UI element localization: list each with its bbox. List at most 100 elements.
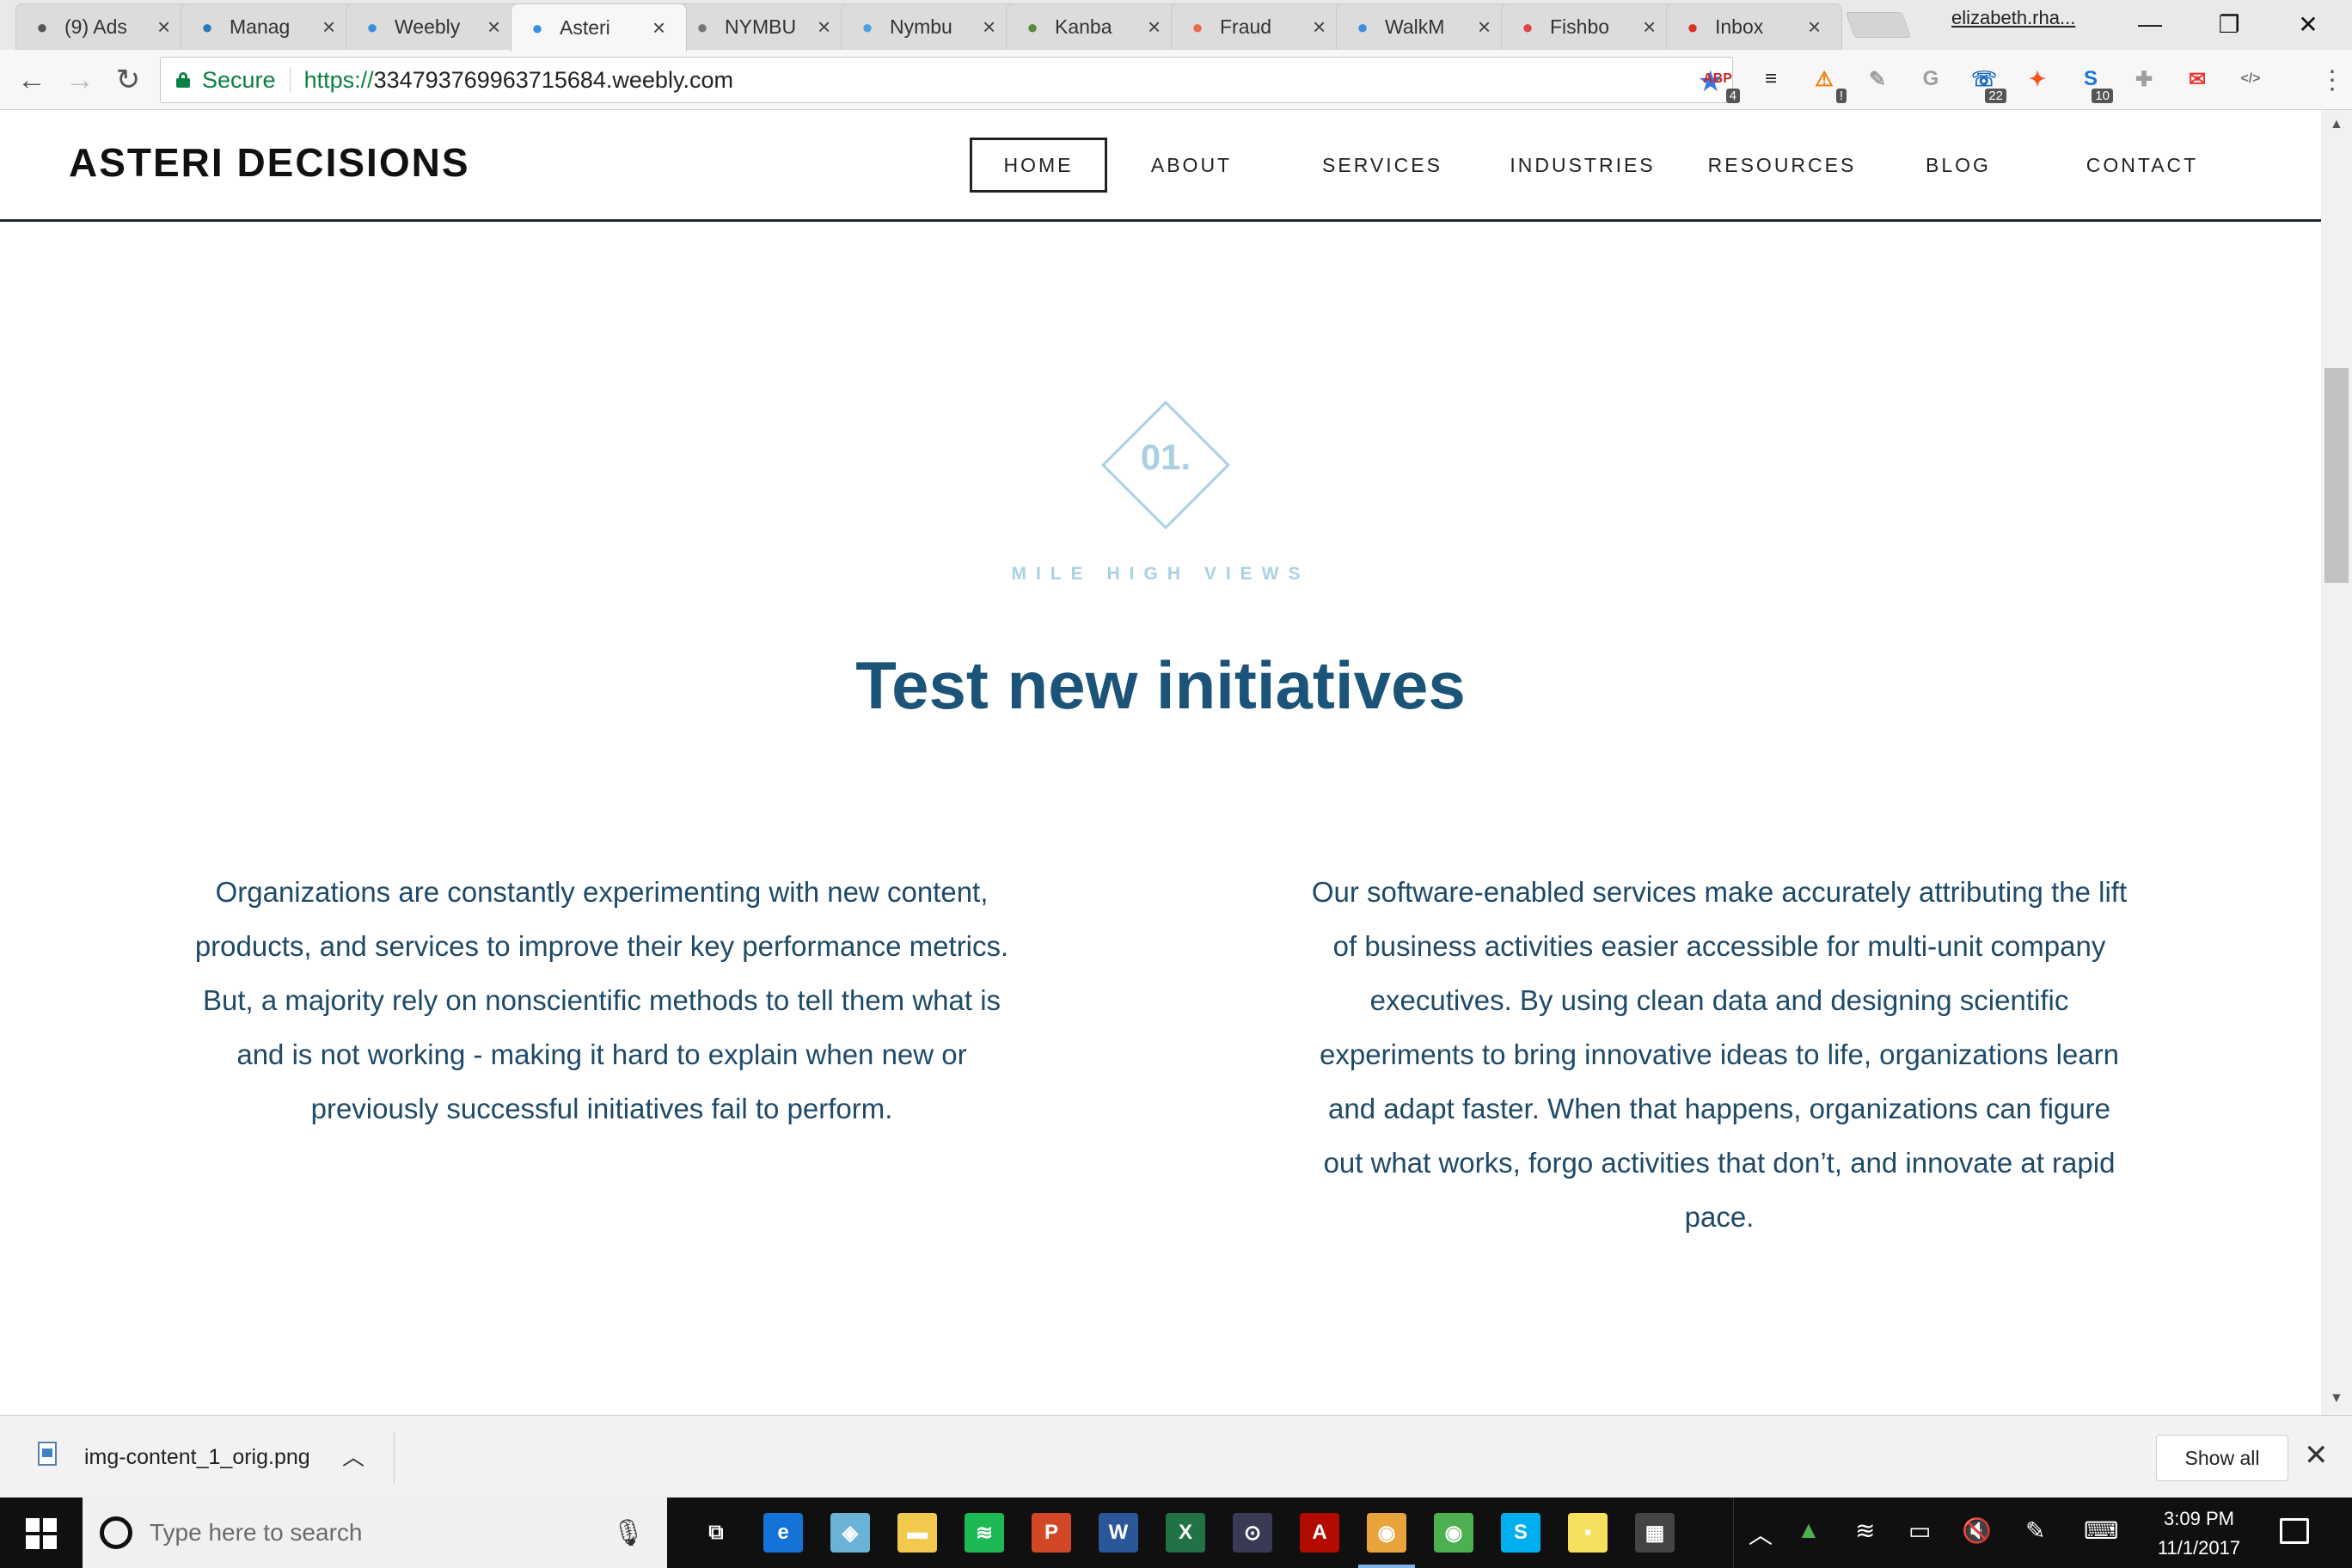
nav-industries[interactable]: INDUSTRIES bbox=[1503, 138, 1663, 193]
close-tab-icon[interactable]: × bbox=[487, 14, 500, 40]
forward-icon[interactable]: → bbox=[60, 60, 100, 100]
extension-glyph: ✉ bbox=[2188, 67, 2207, 91]
ads-icon: ● bbox=[36, 15, 48, 38]
weebly-icon: ● bbox=[366, 15, 378, 38]
battery-icon[interactable]: ▭ bbox=[1908, 1516, 1931, 1545]
tray-chevron-up-icon[interactable]: ︿ bbox=[1749, 1516, 1773, 1551]
section-headline: Test new initiatives bbox=[855, 647, 1466, 723]
puzzle-icon[interactable]: ✚ bbox=[2127, 62, 2161, 96]
spotify-icon[interactable]: ≋ bbox=[965, 1513, 1004, 1553]
nav-resources[interactable]: RESOURCES bbox=[1704, 138, 1860, 193]
taskbar-search-box[interactable]: Type here to search 🎙 bbox=[83, 1498, 667, 1568]
browser-tab[interactable]: ● Inbox × bbox=[1666, 3, 1842, 50]
adblock-icon[interactable]: ABP 4 bbox=[1700, 62, 1740, 103]
google-drive-icon[interactable]: ▲ bbox=[1797, 1516, 1821, 1544]
app-glyph: ◉ bbox=[1444, 1521, 1463, 1545]
browser-tab[interactable]: ● (9) Ads × bbox=[15, 3, 192, 50]
browser-tab[interactable]: ● Asteri × bbox=[511, 3, 687, 52]
vpn-icon[interactable]: ⊙ bbox=[1233, 1513, 1272, 1553]
clock-time[interactable]: 3:09 PM bbox=[2130, 1508, 2268, 1530]
close-tab-icon[interactable]: × bbox=[1478, 14, 1491, 40]
scroll-up-icon[interactable]: ▲ bbox=[2330, 117, 2343, 132]
chrome-canary-icon[interactable]: ◉ bbox=[1367, 1513, 1406, 1553]
extension-glyph: S bbox=[2083, 67, 2098, 90]
excel-icon[interactable]: X bbox=[1166, 1513, 1205, 1553]
calculator-icon[interactable]: ▦ bbox=[1635, 1513, 1675, 1553]
reload-icon[interactable]: ↻ bbox=[108, 60, 148, 100]
restore-icon[interactable]: ❐ bbox=[2190, 0, 2268, 48]
app-glyph: A bbox=[1312, 1521, 1327, 1544]
tray-divider bbox=[1733, 1498, 1734, 1568]
show-all-button[interactable]: Show all bbox=[2156, 1435, 2288, 1481]
download-filename[interactable]: img-content_1_orig.png bbox=[84, 1445, 310, 1470]
powerpoint-icon[interactable]: P bbox=[1032, 1513, 1071, 1553]
pen-icon[interactable]: ✎ bbox=[2025, 1516, 2045, 1545]
close-tab-icon[interactable]: × bbox=[1643, 14, 1656, 40]
boomerang-icon[interactable]: ✉ bbox=[2180, 62, 2214, 96]
close-tab-icon[interactable]: × bbox=[157, 14, 170, 40]
close-tab-icon[interactable]: × bbox=[1148, 14, 1161, 40]
profile-name[interactable]: elizabeth.rha... bbox=[1951, 7, 2075, 29]
skype-icon[interactable]: S bbox=[1501, 1513, 1540, 1553]
page-scrollbar[interactable]: ▲ ▼ bbox=[2321, 110, 2352, 1415]
browser-tab[interactable]: ● Manag × bbox=[181, 3, 357, 50]
edge-icon[interactable]: e bbox=[763, 1513, 803, 1553]
browser-tab[interactable]: ● WalkM × bbox=[1336, 3, 1512, 50]
close-tab-icon[interactable]: × bbox=[322, 14, 335, 40]
fox-icon[interactable]: ✦ bbox=[2020, 62, 2055, 96]
microphone-icon[interactable]: 🎙 bbox=[612, 1518, 645, 1548]
volume-muted-icon[interactable]: 🔇 bbox=[1962, 1516, 1992, 1545]
browser-tab[interactable]: ● Kanba × bbox=[1006, 3, 1182, 50]
file-explorer-icon[interactable]: ▬ bbox=[897, 1513, 937, 1553]
close-shelf-icon[interactable]: ✕ bbox=[2304, 1438, 2329, 1473]
mail-app-icon[interactable]: ◈ bbox=[830, 1513, 870, 1553]
task-view-icon[interactable]: ⧉ bbox=[696, 1513, 736, 1553]
scroll-down-icon[interactable]: ▼ bbox=[2330, 1391, 2343, 1406]
cortana-icon[interactable] bbox=[100, 1516, 132, 1549]
browser-tab[interactable]: ● Weebly × bbox=[346, 3, 522, 50]
clock-date[interactable]: 11/1/2017 bbox=[2130, 1537, 2268, 1559]
site-logo[interactable]: ASTERI DECISIONS bbox=[69, 139, 470, 186]
grammarly-icon[interactable]: G bbox=[1914, 62, 1948, 96]
close-tab-icon[interactable]: × bbox=[652, 15, 665, 41]
menu-icon[interactable]: ⋮ bbox=[2312, 60, 2352, 100]
buffer-icon[interactable]: ≡ bbox=[1754, 62, 1788, 96]
acrobat-icon[interactable]: A bbox=[1300, 1513, 1339, 1553]
close-window-icon[interactable]: ✕ bbox=[2269, 0, 2347, 48]
nav-home[interactable]: HOME bbox=[970, 138, 1107, 193]
minimize-icon[interactable]: — bbox=[2111, 0, 2189, 48]
app-glyph: S bbox=[1513, 1521, 1528, 1544]
scroll-thumb[interactable] bbox=[2324, 368, 2349, 583]
chrome-icon[interactable]: ◉ bbox=[1434, 1513, 1473, 1553]
browser-tab[interactable]: ● NYMBU × bbox=[676, 3, 852, 50]
browser-tab[interactable]: ● Fraud × bbox=[1171, 3, 1347, 50]
pdf-icon[interactable]: ✎ bbox=[1860, 62, 1895, 96]
skype-ext-icon[interactable]: S 10 bbox=[2073, 62, 2113, 103]
hubspot-icon[interactable]: ⚠! bbox=[1807, 62, 1847, 103]
windows-start-icon[interactable] bbox=[26, 1518, 57, 1549]
nav-about[interactable]: ABOUT bbox=[1138, 138, 1245, 193]
new-tab-button[interactable] bbox=[1845, 12, 1912, 38]
close-tab-icon[interactable]: × bbox=[1313, 14, 1326, 40]
action-center-icon[interactable] bbox=[2280, 1518, 2309, 1544]
sticky-notes-icon[interactable]: ▪ bbox=[1568, 1513, 1608, 1553]
browser-tab[interactable]: ● Nymbu × bbox=[841, 3, 1017, 50]
wifi-icon[interactable]: ≋ bbox=[1855, 1516, 1875, 1545]
app-glyph: ≋ bbox=[975, 1521, 994, 1545]
code-icon[interactable]: </> bbox=[2233, 62, 2268, 96]
tab-title: Kanba bbox=[1055, 15, 1112, 38]
nav-blog[interactable]: BLOG bbox=[1915, 138, 2001, 193]
browser-tab[interactable]: ● Fishbo × bbox=[1501, 3, 1677, 50]
close-tab-icon[interactable]: × bbox=[1808, 14, 1821, 40]
download-options-chevron-icon[interactable]: ︿ bbox=[342, 1440, 364, 1472]
back-icon[interactable]: ← bbox=[12, 60, 52, 100]
address-bar[interactable]: Secure https:// 334793769963715684.weebl… bbox=[160, 57, 1733, 103]
search-placeholder: Type here to search bbox=[150, 1519, 363, 1546]
word-icon[interactable]: W bbox=[1099, 1513, 1138, 1553]
close-tab-icon[interactable]: × bbox=[983, 14, 995, 40]
nav-services[interactable]: SERVICES bbox=[1305, 138, 1460, 193]
close-tab-icon[interactable]: × bbox=[818, 14, 830, 40]
phone-icon[interactable]: ☏ 22 bbox=[1967, 62, 2006, 103]
nav-contact[interactable]: CONTACT bbox=[2079, 138, 2206, 193]
keyboard-icon[interactable]: ⌨ bbox=[2084, 1516, 2118, 1545]
